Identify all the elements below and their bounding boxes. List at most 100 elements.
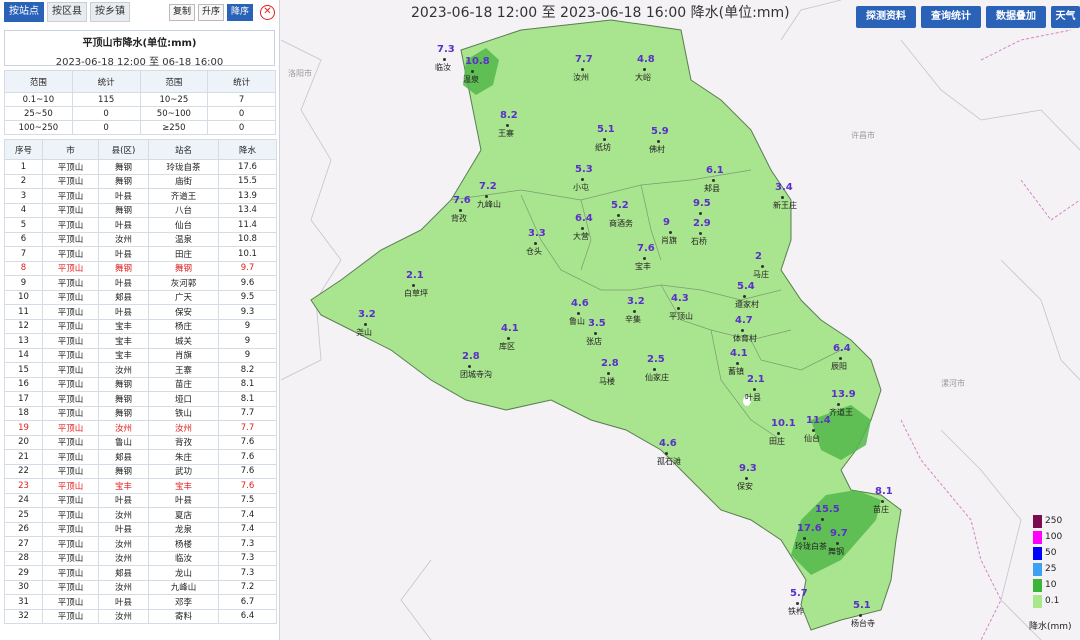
station-value[interactable]: 2.8 — [462, 351, 480, 362]
table-row[interactable]: 6 平顶山 汝州 温泉 10.8 — [4, 231, 277, 247]
table-row[interactable]: 5 平顶山 叶县 仙台 11.4 — [4, 217, 277, 233]
station-value[interactable]: 7.7 — [575, 54, 593, 65]
station-value[interactable]: 2.1 — [747, 374, 765, 385]
station-dot-icon[interactable] — [836, 542, 839, 545]
station-dot-icon[interactable] — [443, 58, 446, 61]
query-stats-button[interactable]: 查询统计 — [921, 6, 981, 28]
table-row[interactable]: 24 平顶山 叶县 叶县 7.5 — [4, 492, 277, 508]
station-value[interactable]: 3.2 — [627, 296, 645, 307]
station-value[interactable]: 7.6 — [637, 243, 655, 254]
table-row[interactable]: 27 平顶山 汝州 杨楼 7.3 — [4, 536, 277, 552]
station-dot-icon[interactable] — [712, 179, 715, 182]
station-value[interactable]: 5.4 — [737, 281, 755, 292]
table-row[interactable]: 26 平顶山 叶县 龙泉 7.4 — [4, 521, 277, 537]
table-row[interactable]: 28 平顶山 汝州 临汝 7.3 — [4, 550, 277, 566]
station-dot-icon[interactable] — [603, 138, 606, 141]
table-row[interactable]: 11 平顶山 叶县 保安 9.3 — [4, 304, 277, 320]
station-dot-icon[interactable] — [881, 500, 884, 503]
station-value[interactable]: 3.4 — [775, 182, 793, 193]
table-row[interactable]: 3 平顶山 叶县 齐道王 13.9 — [4, 188, 277, 204]
station-value[interactable]: 4.1 — [501, 323, 519, 334]
station-value[interactable]: 4.1 — [730, 348, 748, 359]
table-row[interactable]: 21 平顶山 郏县 朱庄 7.6 — [4, 449, 277, 465]
station-dot-icon[interactable] — [534, 242, 537, 245]
station-value[interactable]: 5.1 — [853, 600, 871, 611]
table-row[interactable]: 1 平顶山 舞钢 玲珑自茶 17.6 — [4, 159, 277, 175]
station-dot-icon[interactable] — [617, 214, 620, 217]
weather-button[interactable]: 天气 — [1051, 6, 1080, 28]
station-value[interactable]: 6.1 — [706, 165, 724, 176]
station-value[interactable]: 6.4 — [575, 213, 593, 224]
station-dot-icon[interactable] — [471, 70, 474, 73]
table-row[interactable]: 18 平顶山 舞钢 铁山 7.7 — [4, 405, 277, 421]
table-row[interactable]: 4 平顶山 舞钢 八台 13.4 — [4, 202, 277, 218]
station-value[interactable]: 4.3 — [671, 293, 689, 304]
station-dot-icon[interactable] — [743, 295, 746, 298]
detect-data-button[interactable]: 探测资料 — [856, 6, 916, 28]
station-value[interactable]: 9.3 — [739, 463, 757, 474]
station-dot-icon[interactable] — [412, 284, 415, 287]
col-header-city[interactable]: 市 — [42, 139, 99, 160]
station-value[interactable]: 9.7 — [830, 528, 848, 539]
station-dot-icon[interactable] — [653, 368, 656, 371]
data-overlay-button[interactable]: 数据叠加 — [986, 6, 1046, 28]
station-value[interactable]: 15.5 — [815, 504, 840, 515]
table-row[interactable]: 13 平顶山 宝丰 城关 9 — [4, 333, 277, 349]
station-value[interactable]: 17.6 — [797, 523, 822, 534]
sort-desc-button[interactable]: 降序 — [226, 3, 253, 21]
station-value[interactable]: 7.2 — [479, 181, 497, 192]
station-dot-icon[interactable] — [753, 388, 756, 391]
station-value[interactable]: 10.1 — [771, 418, 796, 429]
table-row[interactable]: 14 平顶山 宝丰 肖旗 9 — [4, 347, 277, 363]
col-header-station[interactable]: 站名 — [148, 139, 219, 160]
col-header-index[interactable]: 序号 — [4, 139, 43, 160]
copy-button[interactable]: 复制 — [168, 3, 195, 21]
station-dot-icon[interactable] — [839, 357, 842, 360]
map-area[interactable]: 2023-06-18 12:00 至 2023-06-18 16:00 降水(单… — [281, 0, 1080, 640]
station-dot-icon[interactable] — [594, 332, 597, 335]
station-value[interactable]: 11.4 — [806, 415, 831, 426]
tab-by-town[interactable]: 按乡镇 — [90, 2, 130, 22]
station-dot-icon[interactable] — [736, 362, 739, 365]
table-row[interactable]: 17 平顶山 舞钢 垭口 8.1 — [4, 391, 277, 407]
station-dot-icon[interactable] — [643, 257, 646, 260]
station-value[interactable]: 2.1 — [406, 270, 424, 281]
station-dot-icon[interactable] — [677, 307, 680, 310]
station-value[interactable]: 2.5 — [647, 354, 665, 365]
station-value[interactable]: 5.2 — [611, 200, 629, 211]
station-value[interactable]: 2.8 — [601, 358, 619, 369]
station-dot-icon[interactable] — [643, 68, 646, 71]
station-value[interactable]: 5.9 — [651, 126, 669, 137]
station-dot-icon[interactable] — [485, 195, 488, 198]
table-row[interactable]: 16 平顶山 舞钢 苗庄 8.1 — [4, 376, 277, 392]
station-dot-icon[interactable] — [657, 140, 660, 143]
station-dot-icon[interactable] — [699, 212, 702, 215]
station-value[interactable]: 7.3 — [437, 44, 455, 55]
table-row[interactable]: 20 平顶山 鲁山 背孜 7.6 — [4, 434, 277, 450]
table-row[interactable]: 19 平顶山 汝州 汝州 7.7 — [4, 420, 277, 436]
table-row[interactable]: 31 平顶山 叶县 邓李 6.7 — [4, 594, 277, 610]
station-value[interactable]: 4.6 — [571, 298, 589, 309]
station-value[interactable]: 4.8 — [637, 54, 655, 65]
station-value[interactable]: 9 — [663, 217, 670, 228]
tab-by-county[interactable]: 按区县 — [47, 2, 87, 22]
station-value[interactable]: 10.8 — [465, 56, 490, 67]
station-value[interactable]: 7.6 — [453, 195, 471, 206]
station-dot-icon[interactable] — [506, 124, 509, 127]
station-dot-icon[interactable] — [669, 231, 672, 234]
station-value[interactable]: 3.3 — [528, 228, 546, 239]
station-dot-icon[interactable] — [745, 477, 748, 480]
station-dot-icon[interactable] — [761, 265, 764, 268]
table-row[interactable]: 10 平顶山 郏县 广天 9.5 — [4, 289, 277, 305]
station-value[interactable]: 13.9 — [831, 389, 856, 400]
close-icon[interactable]: ✕ — [260, 4, 275, 20]
station-value[interactable]: 3.5 — [588, 318, 606, 329]
station-value[interactable]: 8.2 — [500, 110, 518, 121]
table-row[interactable]: 32 平顶山 汝州 寄料 6.4 — [4, 608, 277, 624]
table-row[interactable]: 29 平顶山 郏县 龙山 7.3 — [4, 565, 277, 581]
tab-by-station[interactable]: 按站点 — [4, 2, 44, 22]
station-value[interactable]: 4.7 — [735, 315, 753, 326]
station-dot-icon[interactable] — [581, 227, 584, 230]
table-row[interactable]: 12 平顶山 宝丰 杨庄 9 — [4, 318, 277, 334]
table-row[interactable]: 7 平顶山 叶县 田庄 10.1 — [4, 246, 277, 262]
